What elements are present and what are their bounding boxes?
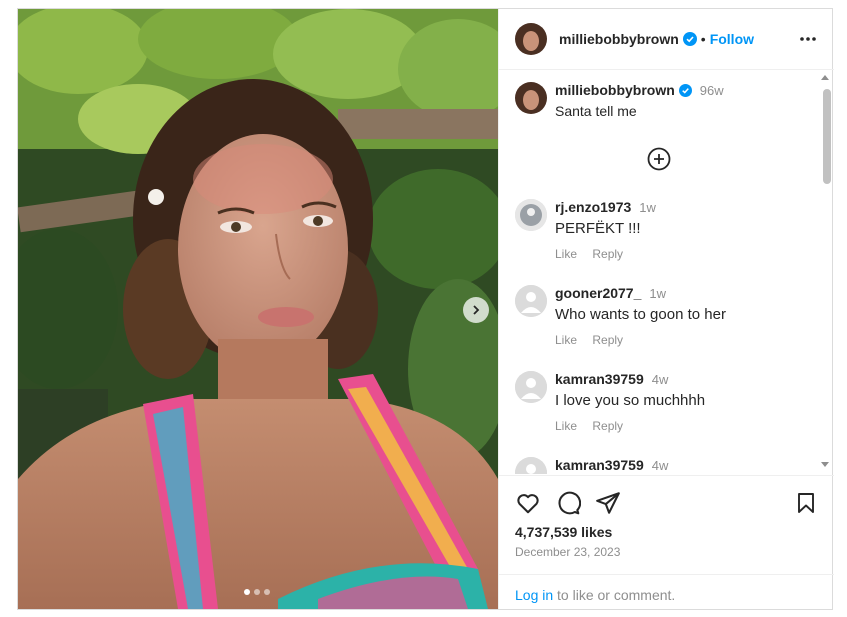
avatar[interactable] — [515, 23, 547, 55]
reply-button[interactable]: Reply — [592, 247, 623, 261]
comment-item: rj.enzo1973 1w PERFËKT !!! Like Reply — [515, 199, 656, 261]
like-comment-button[interactable]: Like — [555, 247, 577, 261]
comment-text: Who wants to goon to her — [555, 306, 726, 323]
login-prompt-text: to like or comment. — [553, 587, 676, 603]
verified-badge-icon — [682, 32, 697, 46]
chevron-right-icon — [473, 305, 480, 315]
avatar[interactable] — [515, 371, 547, 403]
avatar[interactable] — [515, 82, 547, 114]
carousel-dot — [244, 589, 250, 595]
comment-item: gooner2077_ 1w Who wants to goon to her … — [515, 285, 726, 347]
comment-item: kamran39759 4w — [515, 457, 668, 474]
carousel-dot — [254, 589, 260, 595]
carousel-next-button[interactable] — [463, 297, 489, 323]
scrollbar-thumb[interactable] — [823, 89, 831, 184]
follow-button[interactable]: Follow — [710, 31, 754, 47]
add-comment-icon[interactable] — [647, 147, 671, 176]
comment-age: 4w — [651, 371, 669, 387]
post-actions-section: 4,737,539 likes December 23, 2023 Log in… — [499, 475, 834, 610]
comment-age: 1w — [649, 285, 666, 301]
avatar[interactable] — [515, 285, 547, 317]
comment-username[interactable]: kamran39759 — [555, 371, 644, 387]
more-options-icon[interactable] — [798, 29, 818, 54]
avatar[interactable] — [515, 199, 547, 231]
comment-age: 4w — [651, 457, 669, 473]
carousel-indicator — [244, 589, 270, 595]
post-photo[interactable] — [18, 9, 498, 609]
post-side-panel: milliebobbybrown • Follow milliebobbybro… — [498, 9, 834, 609]
caption-username[interactable]: milliebobbybrown — [555, 82, 675, 98]
post-frame: milliebobbybrown • Follow milliebobbybro… — [17, 8, 834, 610]
header-username[interactable]: milliebobbybrown — [559, 31, 679, 47]
comment-username[interactable]: rj.enzo1973 — [555, 199, 631, 215]
like-comment-button[interactable]: Like — [555, 419, 577, 433]
post-date: December 23, 2023 — [515, 545, 621, 559]
caption-text: Santa tell me — [555, 103, 637, 119]
scroll-up-arrow[interactable] — [821, 75, 829, 80]
bookmark-icon[interactable] — [794, 490, 818, 521]
selfie-image — [18, 9, 498, 609]
post-header: milliebobbybrown • Follow — [499, 9, 834, 70]
like-comment-button[interactable]: Like — [555, 333, 577, 347]
login-prompt: Log in to like or comment. — [499, 574, 834, 610]
verified-badge-icon — [678, 83, 692, 97]
comment-item: kamran39759 4w I love you so muchhhh Lik… — [515, 371, 705, 433]
likes-count[interactable]: 4,737,539 likes — [515, 524, 612, 540]
share-icon[interactable] — [595, 490, 621, 521]
reply-button[interactable]: Reply — [592, 333, 623, 347]
header-separator: • — [700, 31, 706, 47]
avatar[interactable] — [515, 457, 547, 474]
comment-username[interactable]: gooner2077_ — [555, 285, 641, 301]
caption: milliebobbybrown 96w Santa tell me — [515, 82, 724, 119]
caption-age: 96w — [699, 82, 724, 98]
comments-list[interactable]: milliebobbybrown 96w Santa tell me rj.en… — [499, 70, 834, 474]
scroll-down-arrow[interactable] — [821, 462, 829, 467]
comment-text: I love you so muchhhh — [555, 392, 706, 409]
comment-icon[interactable] — [555, 490, 582, 521]
reply-button[interactable]: Reply — [592, 419, 623, 433]
carousel-dot — [264, 589, 270, 595]
comment-username[interactable]: kamran39759 — [555, 457, 644, 473]
heart-icon[interactable] — [515, 490, 541, 521]
login-link[interactable]: Log in — [515, 587, 553, 603]
comment-text: PERFËKT !!! — [555, 220, 641, 237]
comment-age: 1w — [639, 199, 656, 215]
